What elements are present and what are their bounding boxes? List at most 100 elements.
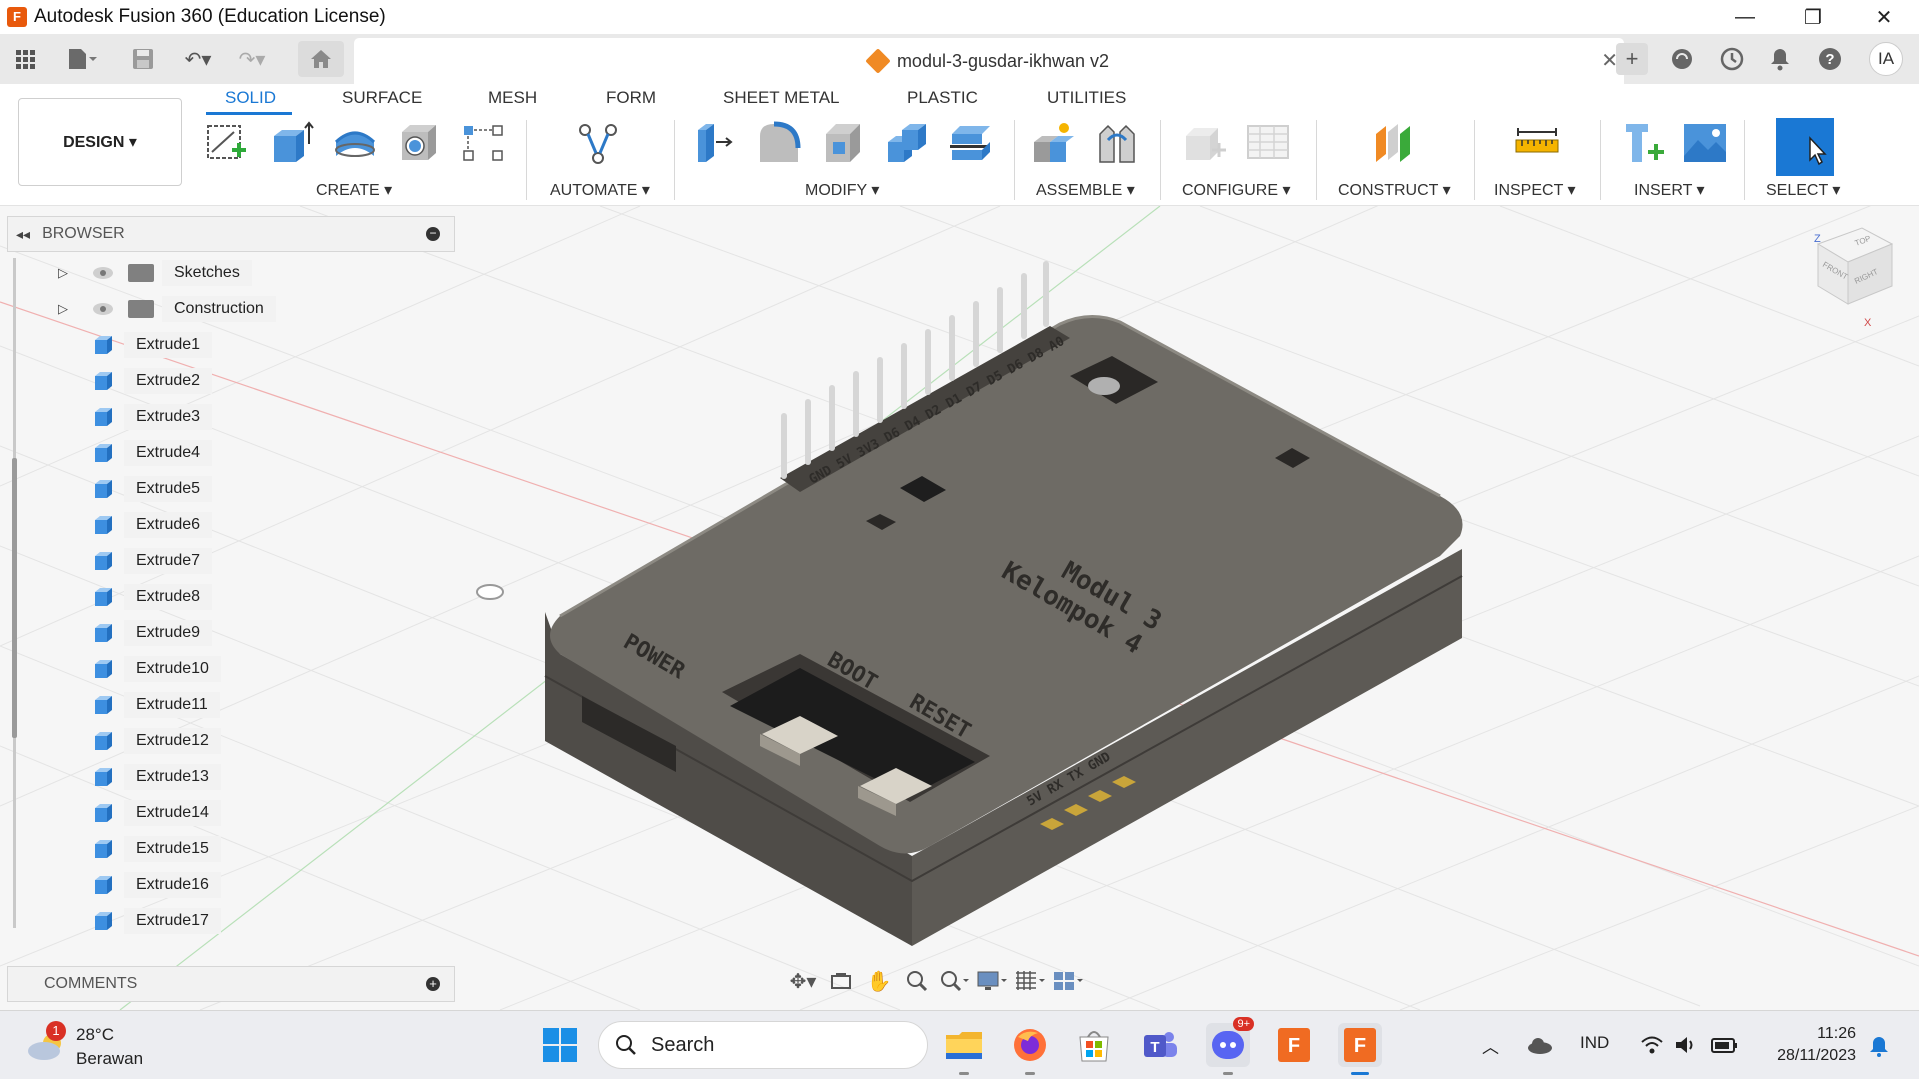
collapse-panel-icon[interactable]: ◂◂: [16, 226, 30, 243]
teams-app[interactable]: T: [1138, 1023, 1182, 1067]
chamfer-icon[interactable]: [820, 120, 866, 166]
extensions-icon[interactable]: [1666, 43, 1698, 75]
3d-viewport[interactable]: GND 5V 3V3 D6 D4 D2 D1 D7 D5 D6 D8 A0 Mo…: [0, 206, 1919, 1010]
restore-button[interactable]: ❐: [1784, 0, 1842, 34]
running-indicator: [1025, 1072, 1035, 1075]
wifi-icon[interactable]: [1640, 1035, 1664, 1055]
add-comment-icon[interactable]: +: [426, 977, 440, 991]
modify-menu[interactable]: MODIFY ▾: [805, 180, 879, 200]
tab-utilities[interactable]: UTILITIES: [1047, 88, 1126, 108]
minimize-panel-icon[interactable]: −: [426, 227, 440, 241]
orbit-icon[interactable]: ✥▾: [784, 967, 822, 995]
pan-hand-icon[interactable]: ✋: [860, 967, 898, 995]
shell-icon[interactable]: [396, 120, 442, 166]
press-pull-icon[interactable]: [692, 120, 738, 166]
firefox-app[interactable]: [1008, 1023, 1052, 1075]
extrude-icon[interactable]: [268, 120, 314, 166]
volume-icon[interactable]: [1674, 1035, 1698, 1055]
inspect-menu[interactable]: INSPECT ▾: [1494, 180, 1576, 200]
zoom-window-icon[interactable]: [936, 967, 974, 995]
display-settings-icon[interactable]: [974, 967, 1012, 995]
show-hidden-icons-chevron[interactable]: ︿: [1482, 1033, 1499, 1058]
visibility-eye-icon[interactable]: [92, 302, 114, 316]
model-canvas[interactable]: GND 5V 3V3 D6 D4 D2 D1 D7 D5 D6 D8 A0 Mo…: [0, 206, 1919, 1010]
expand-arrow-icon[interactable]: ▷: [58, 301, 68, 317]
weather-widget[interactable]: 1 28°C Berawan: [26, 1021, 156, 1071]
new-tab-icon[interactable]: +: [1616, 43, 1648, 75]
save-icon[interactable]: [128, 44, 158, 74]
new-component-icon[interactable]: [1030, 120, 1076, 166]
automate-menu[interactable]: AUTOMATE ▾: [550, 180, 650, 200]
input-language[interactable]: IND: [1580, 1033, 1609, 1053]
close-window-button[interactable]: ✕: [1855, 0, 1913, 34]
insert-derive-icon[interactable]: [1620, 120, 1666, 166]
grid-settings-icon[interactable]: [1012, 967, 1050, 995]
tab-sheet-metal[interactable]: SHEET METAL: [723, 88, 840, 108]
configuration-table-icon[interactable]: [1246, 120, 1292, 166]
undo-icon[interactable]: ↶▾: [178, 44, 218, 74]
home-icon[interactable]: [298, 41, 344, 77]
notifications-bell-icon[interactable]: [1764, 43, 1796, 75]
assemble-menu[interactable]: ASSEMBLE ▾: [1036, 180, 1135, 200]
create-sketch-icon[interactable]: [204, 120, 250, 166]
scrollbar-thumb[interactable]: [12, 458, 17, 738]
redo-icon[interactable]: ↷▾: [232, 44, 272, 74]
browser-scrollbar[interactable]: [12, 258, 17, 928]
comments-panel-header[interactable]: COMMENTS +: [7, 966, 455, 1002]
help-icon[interactable]: ?: [1814, 43, 1846, 75]
file-menu-icon[interactable]: [60, 44, 104, 74]
start-button[interactable]: [538, 1023, 582, 1067]
select-tool-button[interactable]: [1776, 118, 1834, 176]
create-menu[interactable]: CREATE ▾: [316, 180, 392, 200]
user-avatar[interactable]: IA: [1869, 42, 1903, 76]
split-body-icon[interactable]: [948, 120, 994, 166]
weather-alert-badge: 1: [46, 1021, 66, 1041]
document-tab[interactable]: modul-3-gusdar-ikhwan v2 ✕: [354, 38, 1624, 84]
configure-body-icon[interactable]: [1182, 120, 1228, 166]
battery-icon[interactable]: [1710, 1035, 1738, 1055]
automate-icon[interactable]: [575, 120, 621, 166]
tab-surface[interactable]: SURFACE: [342, 88, 422, 108]
tab-form[interactable]: FORM: [606, 88, 656, 108]
pattern-icon[interactable]: [460, 120, 506, 166]
taskbar-search-box[interactable]: Search: [598, 1021, 928, 1069]
tab-solid[interactable]: SOLID: [225, 88, 276, 108]
fusion360-app[interactable]: F: [1272, 1023, 1316, 1067]
offset-plane-icon[interactable]: [1372, 120, 1418, 166]
tab-mesh[interactable]: MESH: [488, 88, 537, 108]
tree-item-label: Extrude9: [124, 620, 213, 646]
weather-temperature: 28°C: [76, 1025, 114, 1044]
file-explorer-app[interactable]: [942, 1023, 986, 1075]
expand-arrow-icon[interactable]: ▷: [58, 265, 68, 281]
combine-icon[interactable]: [884, 120, 930, 166]
viewports-icon[interactable]: [1050, 967, 1088, 995]
construct-menu[interactable]: CONSTRUCT ▾: [1338, 180, 1451, 200]
fillet-icon[interactable]: [756, 120, 802, 166]
browser-panel-header[interactable]: ◂◂ BROWSER −: [7, 216, 455, 252]
ribbon-separator: [1316, 120, 1317, 200]
microsoft-store-app[interactable]: [1072, 1023, 1116, 1067]
svg-text:?: ?: [1825, 51, 1834, 68]
onedrive-cloud-icon[interactable]: [1526, 1037, 1554, 1055]
system-clock[interactable]: 11:26 28/11/2023: [1760, 1023, 1856, 1067]
minimize-button[interactable]: —: [1716, 0, 1774, 34]
insert-menu[interactable]: INSERT ▾: [1634, 180, 1705, 200]
configure-menu[interactable]: CONFIGURE ▾: [1182, 180, 1290, 200]
workspace-switcher[interactable]: DESIGN ▾: [18, 98, 182, 186]
joint-icon[interactable]: [1094, 120, 1140, 166]
select-menu[interactable]: SELECT ▾: [1766, 180, 1840, 200]
notification-center-icon[interactable]: [1868, 1035, 1890, 1057]
look-at-icon[interactable]: [822, 967, 860, 995]
visibility-eye-icon[interactable]: [92, 266, 114, 280]
discord-app[interactable]: 9+: [1206, 1017, 1254, 1075]
document-name: modul-3-gusdar-ikhwan v2: [896, 50, 1110, 71]
zoom-icon[interactable]: [898, 967, 936, 995]
insert-canvas-icon[interactable]: [1682, 120, 1728, 166]
data-panel-grid-icon[interactable]: [10, 44, 40, 74]
fusion360-active-app[interactable]: F: [1338, 1023, 1382, 1075]
tab-plastic[interactable]: PLASTIC: [907, 88, 978, 108]
revolve-icon[interactable]: [332, 120, 378, 166]
measure-icon[interactable]: [1514, 120, 1560, 166]
viewcube[interactable]: TOP FRONT RIGHT Z X: [1814, 227, 1894, 329]
job-status-icon[interactable]: [1716, 43, 1748, 75]
